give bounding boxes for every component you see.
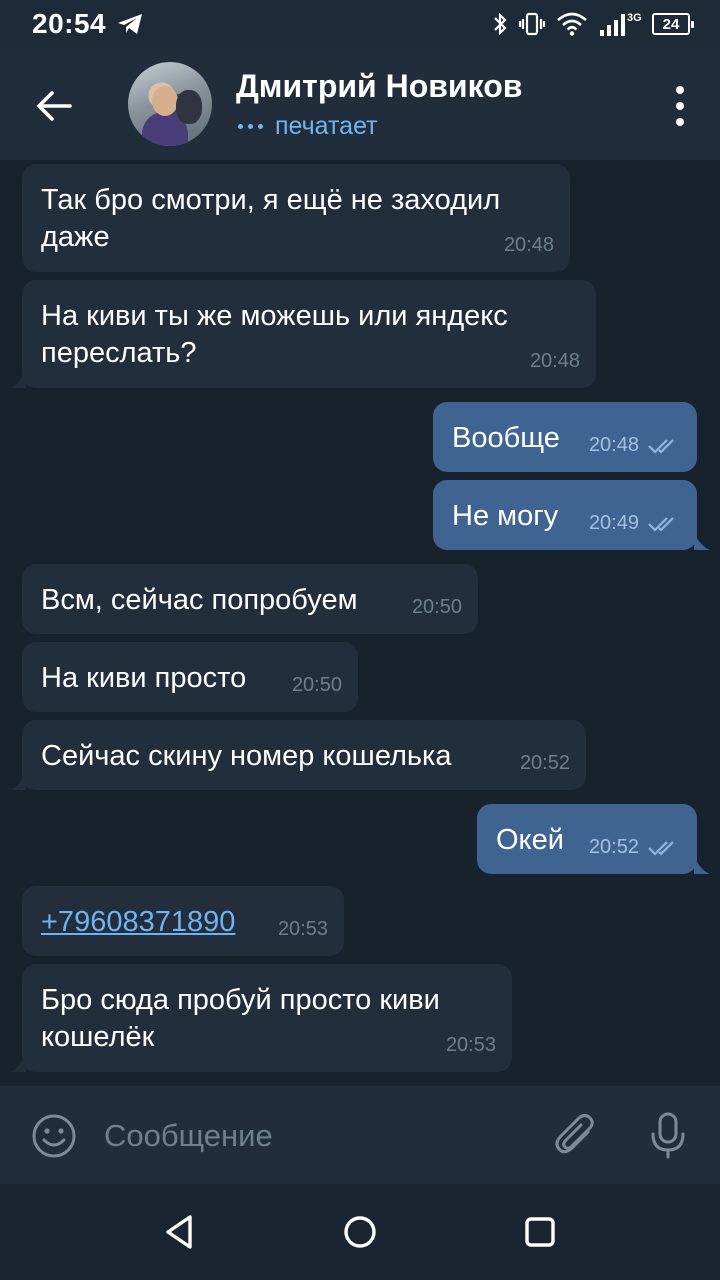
message-input[interactable] [104, 1112, 524, 1160]
message-text: Так бро смотри, я ещё не заходил [41, 184, 501, 216]
nav-back-icon[interactable] [160, 1212, 200, 1252]
telegram-chat-screen: 20:54 3G 24 Дмитрий Новиков печатает Так… [0, 0, 720, 1280]
bubble-tail [694, 856, 710, 874]
typing-status-text: печатает [275, 112, 378, 140]
contact-name[interactable]: Дмитрий Новиков [236, 68, 522, 105]
microphone-icon[interactable] [646, 1110, 690, 1160]
double-check-icon [648, 840, 674, 856]
message-time: 20:50 [291, 674, 342, 696]
message-bubble-incoming[interactable]: Так бро смотри, я ещё не заходил даже 20… [22, 164, 570, 272]
message-time: 20:49 [588, 512, 639, 534]
message-time: 20:48 [503, 234, 554, 256]
message-text: Всм, сейчас попробуем [41, 584, 358, 616]
wifi-icon [557, 12, 587, 36]
message-bubble-incoming[interactable]: На киви ты же можешь или яндекс переслат… [22, 280, 596, 388]
typing-status: печатает [238, 112, 378, 141]
message-bubble-outgoing[interactable]: Окей 20:52 [477, 804, 697, 874]
message-bubble-incoming[interactable]: На киви просто 20:50 [22, 642, 358, 712]
back-arrow-icon[interactable] [30, 82, 78, 130]
message-bubble-incoming[interactable]: Бро сюда пробуй просто киви кошелёк 20:5… [22, 964, 512, 1072]
double-check-icon [648, 516, 674, 532]
network-type: 3G [627, 12, 642, 24]
nav-home-icon[interactable] [340, 1212, 380, 1252]
status-time: 20:54 [32, 8, 107, 39]
message-bubble-incoming[interactable]: Сейчас скину номер кошелька 20:52 [22, 720, 586, 790]
message-bubble-outgoing[interactable]: Вообще 20:48 [433, 402, 697, 472]
bubble-tail [10, 1054, 26, 1072]
vibrate-icon [518, 12, 546, 36]
signal-icon: 3G [600, 12, 642, 36]
battery-icon: 24 [652, 13, 694, 35]
bubble-tail [10, 772, 26, 790]
message-time: 20:48 [529, 350, 580, 372]
message-text: даже [41, 221, 110, 253]
message-time: 20:52 [519, 752, 570, 774]
battery-level: 24 [662, 15, 680, 33]
status-bar: 20:54 3G 24 [0, 0, 720, 48]
paperclip-icon[interactable] [552, 1110, 600, 1160]
message-text: кошелёк [41, 1021, 155, 1053]
message-time: 20:52 [588, 836, 639, 858]
message-text: Сейчас скину номер кошелька [41, 740, 452, 772]
message-text: На киви ты же можешь или яндекс [41, 300, 508, 332]
message-time: 20:48 [588, 434, 639, 456]
message-bubble-outgoing[interactable]: Не могу 20:49 [433, 480, 697, 550]
message-time: 20:53 [445, 1034, 496, 1056]
status-icons: 3G 24 [492, 10, 694, 38]
avatar-head [152, 86, 178, 116]
emoji-icon[interactable] [30, 1112, 78, 1160]
message-composer [0, 1086, 720, 1184]
nav-recent-apps-icon[interactable] [520, 1212, 560, 1252]
message-list[interactable]: Так бро смотри, я ещё не заходил даже 20… [0, 160, 720, 1084]
bubble-tail [694, 532, 710, 550]
message-text: переслать? [41, 337, 197, 369]
message-time: 20:53 [277, 918, 328, 940]
system-navigation-bar [0, 1184, 720, 1280]
chat-header: Дмитрий Новиков печатает [0, 48, 720, 160]
avatar-dog [176, 90, 202, 124]
bluetooth-icon [494, 12, 507, 36]
message-bubble-incoming[interactable]: Всм, сейчас попробуем 20:50 [22, 564, 478, 634]
avatar[interactable] [128, 62, 212, 146]
typing-dots-icon [238, 124, 263, 129]
telegram-icon [118, 14, 142, 34]
double-check-icon [648, 438, 674, 454]
more-menu-icon[interactable] [672, 86, 688, 126]
message-time: 20:50 [411, 596, 462, 618]
message-text: Бро сюда пробуй просто киви [41, 984, 440, 1016]
bubble-tail [10, 370, 26, 388]
message-bubble-incoming[interactable]: +79608371890 20:53 [22, 886, 344, 956]
